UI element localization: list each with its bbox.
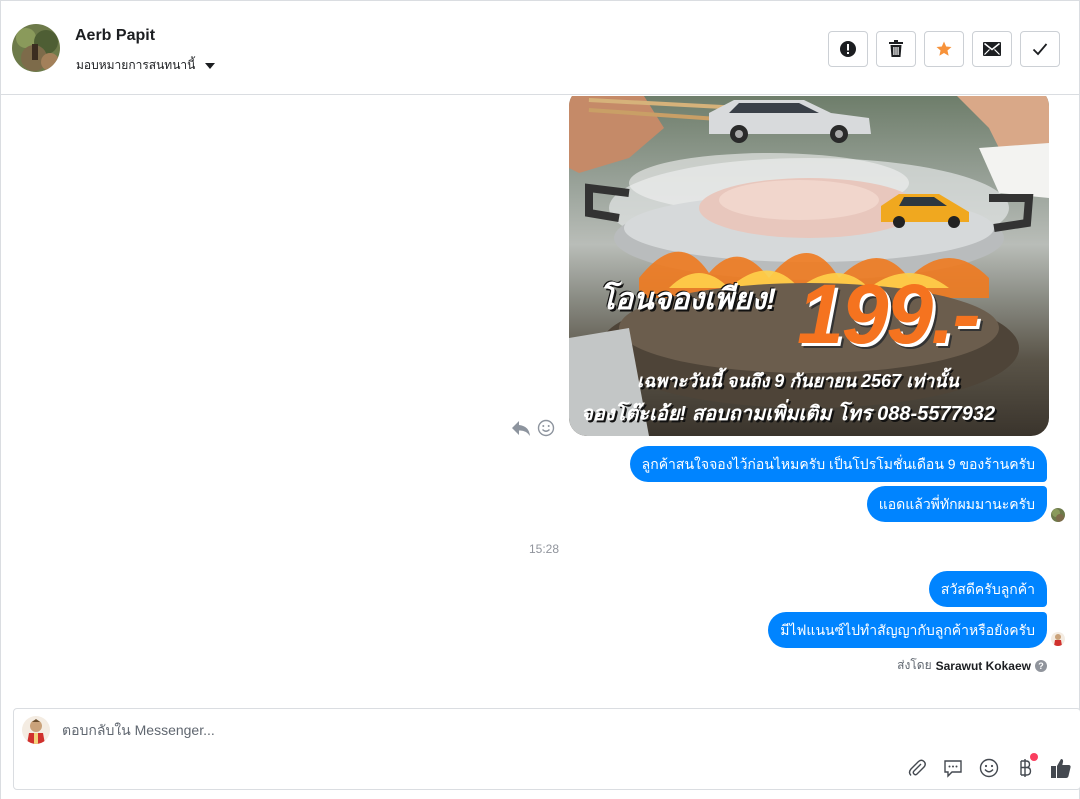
header-actions <box>828 31 1060 67</box>
trash-icon <box>889 40 903 57</box>
sender-name[interactable]: Sarawut Kokaew <box>936 659 1031 673</box>
paperclip-icon <box>908 759 926 776</box>
promo-date-text: เฉพาะวันนี้ จนถึง 9 กันยายน 2567 เท่านั้… <box>637 371 959 391</box>
promo-contact-text: จองโต๊ะเอ้ย! สอบถามเพิ่มเติม โทร 088-557… <box>581 403 996 425</box>
conversation-header: Aerb Papit มอบหมายการสนทนานี้ <box>1 1 1079 95</box>
attach-button[interactable] <box>906 757 928 779</box>
delete-button[interactable] <box>876 31 916 67</box>
seen-avatar <box>1051 508 1065 522</box>
baht-icon <box>1020 759 1032 777</box>
composer-toolbar <box>906 753 1072 779</box>
alert-icon <box>840 41 856 57</box>
reply-input[interactable] <box>62 722 662 738</box>
contact-avatar[interactable] <box>12 24 60 72</box>
emoji-icon <box>979 758 999 778</box>
spam-button[interactable] <box>828 31 868 67</box>
emoji-button[interactable] <box>978 757 1000 779</box>
saved-replies-button[interactable] <box>942 757 964 779</box>
reply-composer <box>13 708 1080 790</box>
chevron-down-icon <box>205 62 216 69</box>
mark-done-button[interactable] <box>1020 31 1060 67</box>
thumbs-up-icon <box>1051 759 1071 778</box>
message-thread[interactable]: โอนจองเพียง! 199.- เฉพาะวันนี้ จนถึง 9 ก… <box>1 96 1079 706</box>
reply-icon[interactable] <box>511 419 531 437</box>
mark-unread-button[interactable] <box>972 31 1012 67</box>
star-icon <box>936 41 952 56</box>
contact-name[interactable]: Aerb Papit <box>75 27 155 45</box>
promo-headline: โอนจองเพียง! <box>599 283 777 316</box>
promo-price: 199.- <box>797 267 980 361</box>
help-icon[interactable]: ? <box>1035 659 1047 672</box>
sent-by-prefix: ส่งโดย <box>897 658 932 672</box>
message-hover-actions <box>511 419 555 437</box>
page-avatar <box>22 716 50 744</box>
notification-dot <box>1030 753 1038 761</box>
message-timestamp: 15:28 <box>528 542 560 556</box>
inbox-conversation-panel: Aerb Papit มอบหมายการสนทนานี้ โอนจองเพีย… <box>0 0 1080 799</box>
react-emoji-icon[interactable] <box>537 419 555 437</box>
sender-avatar <box>1051 632 1065 646</box>
like-button[interactable] <box>1050 757 1072 779</box>
message-bubble[interactable]: แอดแล้วพี่ทักผมมานะครับ <box>866 486 1047 522</box>
payment-button[interactable] <box>1014 753 1038 779</box>
sent-by-label: ส่งโดย Sarawut Kokaew ? <box>897 656 1047 675</box>
envelope-icon <box>983 42 1001 56</box>
message-bubble[interactable]: สวัสดีครับลูกค้า <box>928 571 1047 607</box>
message-bubble[interactable]: มีไฟแนนซ์ไปทำสัญญากับลูกค้าหรือยังครับ <box>768 612 1047 648</box>
assign-label: มอบหมายการสนทนานี้ <box>76 58 196 72</box>
chat-bubble-icon <box>944 760 962 778</box>
star-button[interactable] <box>924 31 964 67</box>
message-bubble[interactable]: ลูกค้าสนใจจองไว้ก่อนไหมครับ เป็นโปรโมชั่… <box>629 446 1047 482</box>
assign-conversation-dropdown[interactable]: มอบหมายการสนทนานี้ <box>76 56 216 75</box>
check-icon <box>1032 43 1048 56</box>
promo-image-message[interactable]: โอนจองเพียง! 199.- เฉพาะวันนี้ จนถึง 9 ก… <box>569 96 1049 436</box>
